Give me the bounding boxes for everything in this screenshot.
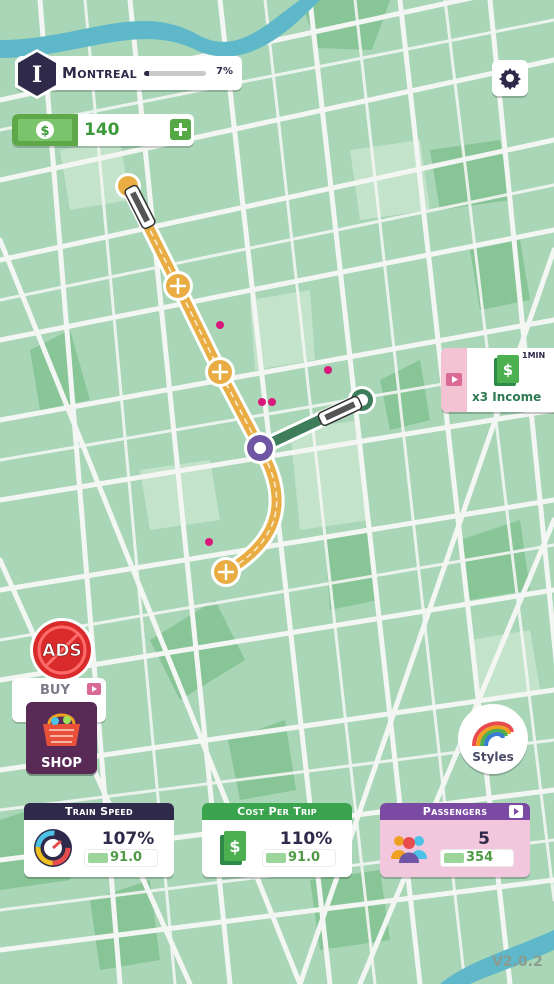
svg-text:$: $ <box>40 124 49 139</box>
people-icon <box>391 836 427 863</box>
money-value: 140 <box>84 120 120 140</box>
station-hub[interactable] <box>244 432 276 464</box>
train-speed-card[interactable]: Train Speed 107% 91.0 <box>24 803 174 877</box>
station-orange-4[interactable] <box>211 557 241 587</box>
cost-per-trip-card[interactable]: Cost Per Trip $ 110% 91.0 <box>202 803 352 877</box>
money-tag-icon <box>88 853 108 863</box>
cost-per-trip-title: Cost Per Trip <box>202 803 352 820</box>
passengers-price[interactable]: 354 <box>440 849 514 867</box>
passengers-price-value: 354 <box>466 850 494 865</box>
styles-label: Styles <box>472 750 514 764</box>
svg-text:$: $ <box>229 837 240 856</box>
cost-per-trip-price-value: 91.0 <box>288 850 321 865</box>
remove-ads-button[interactable]: ADS <box>29 617 95 683</box>
svg-text:$: $ <box>503 361 513 379</box>
city-name: Montreal <box>62 64 137 82</box>
train-speed-price[interactable]: 91.0 <box>84 849 158 867</box>
svg-text:ADS: ADS <box>42 641 82 661</box>
train-speed-price-value: 91.0 <box>110 850 143 865</box>
video-ad-icon <box>446 373 462 386</box>
rainbow-track-icon <box>472 721 514 747</box>
income-offer-side <box>441 348 467 412</box>
video-ad-icon <box>509 805 523 818</box>
station-orange-2[interactable] <box>163 271 193 301</box>
money-tag-icon <box>444 853 464 863</box>
settings-button[interactable] <box>492 60 528 96</box>
basket-icon <box>43 713 80 746</box>
hexagon-level-icon: I <box>15 49 59 99</box>
plus-icon <box>174 123 187 136</box>
passengers-value: 5 <box>478 829 490 849</box>
dollar-stack-icon: $ <box>494 355 519 386</box>
svg-text:I: I <box>32 62 42 88</box>
video-ad-icon <box>87 683 101 695</box>
income-offer-time: 1MIN <box>522 351 546 360</box>
station-orange-3[interactable] <box>205 357 235 387</box>
city-progress-text: 7% <box>216 66 233 77</box>
train-speed-value: 107% <box>101 829 155 849</box>
passengers-card[interactable]: Passengers 5 354 <box>380 803 530 877</box>
train-speed-title: Train Speed <box>24 803 174 820</box>
version-label: V2.0.2 <box>492 954 543 970</box>
cost-per-trip-price[interactable]: 91.0 <box>262 849 336 867</box>
shop-label: SHOP <box>41 756 82 771</box>
gear-icon <box>499 68 521 90</box>
city-progress-fill <box>144 71 149 76</box>
dollar-stack-icon: $ <box>220 831 246 865</box>
income-offer-label: x3 Income <box>472 390 542 404</box>
city-progress-bar <box>144 71 206 76</box>
speedometer-icon <box>34 829 72 867</box>
money-badge: $ <box>12 114 78 146</box>
no-ads-icon: ADS <box>30 618 94 682</box>
buy-label: BUY <box>40 683 70 698</box>
money-tag-icon <box>266 853 286 863</box>
dollar-bill-icon: $ <box>18 119 72 141</box>
cost-per-trip-value: 110% <box>279 829 333 849</box>
add-money-button[interactable] <box>170 119 191 140</box>
